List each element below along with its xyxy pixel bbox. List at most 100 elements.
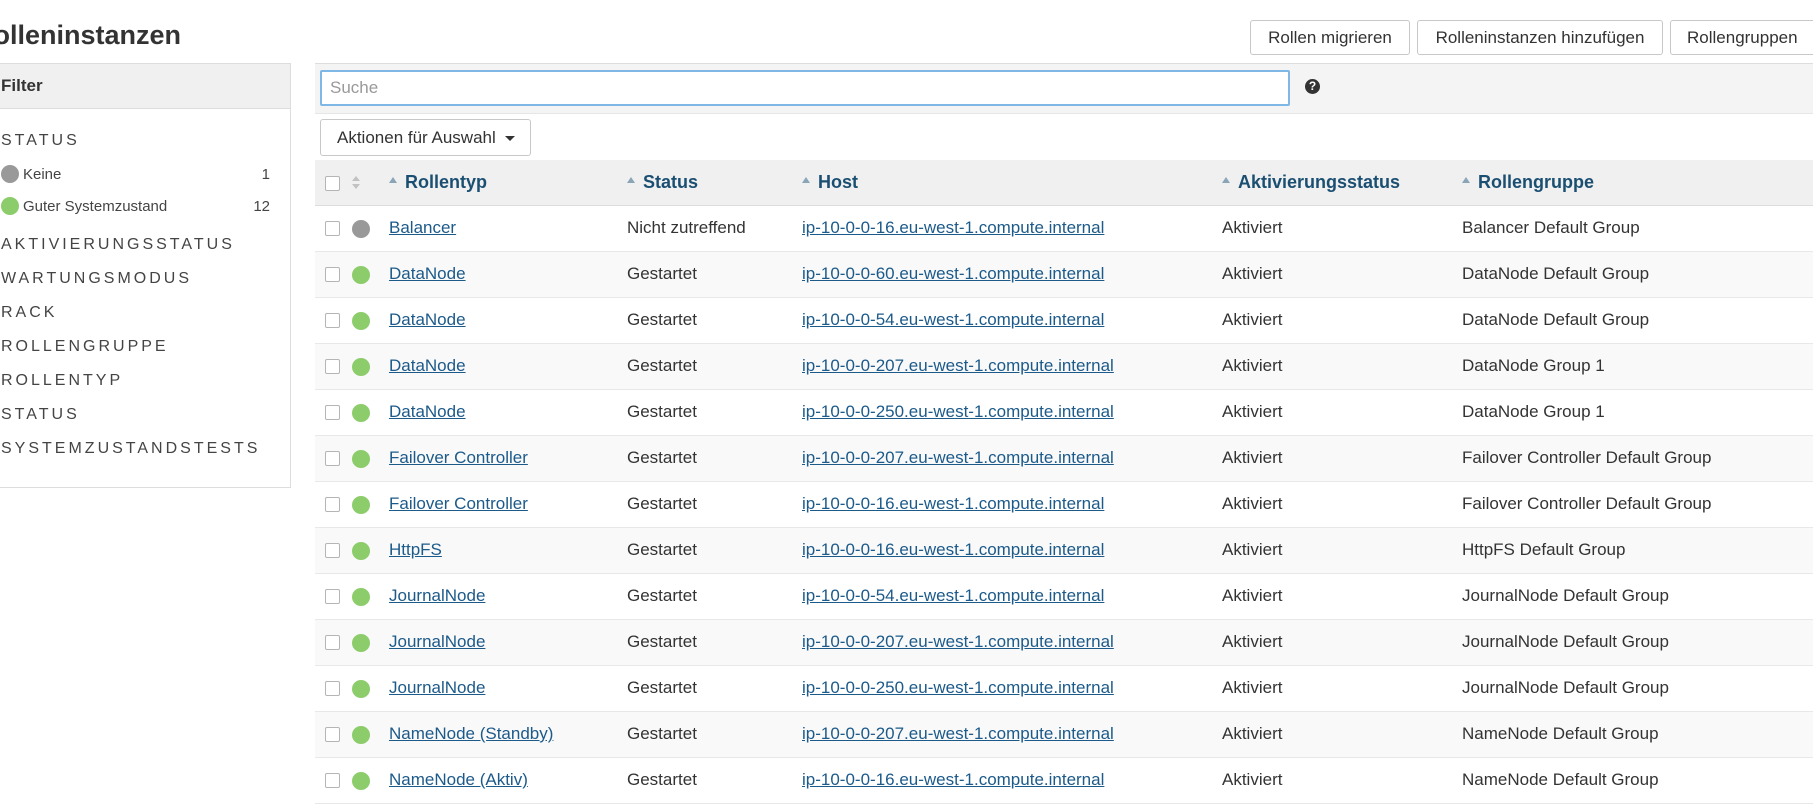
- facet-title[interactable]: WARTUNGSMODUS: [0, 262, 290, 296]
- facet-title[interactable]: AKTIVIERUNGSSTATUS: [0, 228, 290, 262]
- health-status-icon: [352, 495, 370, 514]
- row-checkbox[interactable]: [325, 405, 340, 421]
- column-header-status[interactable]: Status: [619, 160, 794, 206]
- row-select-cell: [315, 343, 348, 389]
- activation-cell: Aktiviert: [1222, 448, 1283, 467]
- role-type-link[interactable]: DataNode: [389, 402, 466, 421]
- status-cell: Gestartet: [627, 540, 697, 559]
- facet-status[interactable]: STATUS: [0, 124, 290, 158]
- host-cell: ip-10-0-0-16.eu-west-1.compute.internal: [794, 757, 1214, 803]
- host-cell: ip-10-0-0-207.eu-west-1.compute.internal: [794, 619, 1214, 665]
- caret-down-icon: [504, 135, 515, 141]
- column-header-role-group[interactable]: Rollengruppe: [1454, 160, 1813, 206]
- role-type-link[interactable]: DataNode: [389, 310, 466, 329]
- row-checkbox[interactable]: [325, 267, 340, 283]
- role-type-link[interactable]: Failover Controller: [389, 448, 528, 467]
- filter-sidebar: Filter STATUS Keine 1 Guter Systemzustand 1…: [0, 63, 291, 488]
- host-link[interactable]: ip-10-0-0-16.eu-west-1.compute.internal: [802, 770, 1104, 789]
- role-type-link[interactable]: NameNode (Aktiv): [389, 770, 528, 789]
- help-icon[interactable]: ?: [1305, 79, 1320, 94]
- role-type-cell: NameNode (Aktiv): [381, 757, 619, 803]
- status-dot-icon: [1, 165, 19, 183]
- column-header-role-type[interactable]: Rollentyp: [381, 160, 619, 206]
- role-group-cell: DataNode Default Group: [1462, 310, 1650, 329]
- health-cell: [348, 711, 381, 757]
- health-cell: [348, 251, 381, 297]
- health-cell: [348, 573, 381, 619]
- role-type-link[interactable]: Failover Controller: [389, 494, 528, 513]
- host-link[interactable]: ip-10-0-0-16.eu-west-1.compute.internal: [802, 540, 1104, 559]
- host-link[interactable]: ip-10-0-0-207.eu-west-1.compute.internal: [802, 448, 1114, 467]
- activation-cell: Aktiviert: [1222, 770, 1283, 789]
- row-select-cell: [315, 665, 348, 711]
- host-cell: ip-10-0-0-207.eu-west-1.compute.internal: [794, 343, 1214, 389]
- activation-cell: Aktiviert: [1222, 724, 1283, 743]
- role-groups-button[interactable]: Rollengruppen: [1670, 20, 1813, 55]
- health-status-icon: [352, 633, 370, 652]
- facet-title[interactable]: SYSTEMZUSTANDSTESTS: [0, 432, 290, 466]
- table-row: JournalNode Gestartet ip-10-0-0-207.eu-wes…: [315, 619, 1813, 665]
- facet-title[interactable]: ROLLENGRUPPE: [0, 330, 290, 364]
- host-link[interactable]: ip-10-0-0-250.eu-west-1.compute.internal: [802, 402, 1114, 421]
- host-link[interactable]: ip-10-0-0-207.eu-west-1.compute.internal: [802, 632, 1114, 651]
- role-type-link[interactable]: JournalNode: [389, 678, 485, 697]
- role-type-cell: Failover Controller: [381, 435, 619, 481]
- role-type-link[interactable]: DataNode: [389, 356, 466, 375]
- status-filter-item[interactable]: Keine 1: [0, 158, 290, 190]
- facet-title[interactable]: RACK: [0, 296, 290, 330]
- row-checkbox[interactable]: [325, 497, 340, 513]
- status-filter-item[interactable]: Guter Systemzustand 12: [0, 190, 290, 222]
- host-link[interactable]: ip-10-0-0-16.eu-west-1.compute.internal: [802, 218, 1104, 237]
- row-checkbox[interactable]: [325, 451, 340, 467]
- health-sort-header[interactable]: [348, 160, 381, 206]
- row-checkbox[interactable]: [325, 589, 340, 605]
- host-link[interactable]: ip-10-0-0-54.eu-west-1.compute.internal: [802, 310, 1104, 329]
- host-link[interactable]: ip-10-0-0-207.eu-west-1.compute.internal: [802, 724, 1114, 743]
- bulk-actions-dropdown[interactable]: Aktionen für Auswahl: [320, 119, 531, 156]
- role-type-link[interactable]: HttpFS: [389, 540, 442, 559]
- facet-title[interactable]: STATUS: [0, 398, 290, 432]
- host-link[interactable]: ip-10-0-0-207.eu-west-1.compute.internal: [802, 356, 1114, 375]
- health-status-icon: [352, 679, 370, 698]
- role-type-link[interactable]: NameNode (Standby): [389, 724, 553, 743]
- health-status-icon: [352, 541, 370, 560]
- role-type-cell: DataNode: [381, 297, 619, 343]
- add-role-instances-button[interactable]: Rolleninstanzen hinzufügen: [1417, 20, 1663, 55]
- health-cell: [348, 665, 381, 711]
- row-checkbox[interactable]: [325, 635, 340, 651]
- host-link[interactable]: ip-10-0-0-60.eu-west-1.compute.internal: [802, 264, 1104, 283]
- role-type-link[interactable]: JournalNode: [389, 632, 485, 651]
- filter-header-label: Filter: [1, 76, 43, 95]
- column-header-host[interactable]: Host: [794, 160, 1214, 206]
- health-cell: [348, 757, 381, 803]
- row-checkbox[interactable]: [325, 773, 340, 789]
- role-group-cell: JournalNode Default Group: [1462, 586, 1669, 605]
- sort-asc-icon: [1462, 177, 1470, 183]
- row-checkbox[interactable]: [325, 681, 340, 697]
- row-checkbox[interactable]: [325, 221, 340, 237]
- bulk-actions-label: Aktionen für Auswahl: [337, 127, 496, 147]
- role-type-link[interactable]: DataNode: [389, 264, 466, 283]
- column-header-activation[interactable]: Aktivierungsstatus: [1214, 160, 1454, 206]
- role-type-cell: JournalNode: [381, 619, 619, 665]
- host-link[interactable]: ip-10-0-0-54.eu-west-1.compute.internal: [802, 586, 1104, 605]
- table-body: Balancer Nicht zutreffend ip-10-0-0-16.eu-…: [315, 205, 1813, 803]
- host-link[interactable]: ip-10-0-0-250.eu-west-1.compute.internal: [802, 678, 1114, 697]
- row-checkbox[interactable]: [325, 359, 340, 375]
- row-checkbox[interactable]: [325, 543, 340, 559]
- facet-title[interactable]: ROLLENTYP: [0, 364, 290, 398]
- row-select-cell: [315, 711, 348, 757]
- header-toolbar: Rollen migrieren Rolleninstanzen hinzufü…: [1250, 20, 1813, 55]
- role-type-cell: DataNode: [381, 343, 619, 389]
- migrate-roles-button[interactable]: Rollen migrieren: [1250, 20, 1410, 55]
- facet-list: AKTIVIERUNGSSTATUS WARTUNGSMODUS RACK ROLLE…: [0, 228, 290, 466]
- search-input[interactable]: [320, 70, 1290, 106]
- sort-asc-icon: [802, 177, 810, 183]
- role-type-link[interactable]: JournalNode: [389, 586, 485, 605]
- host-link[interactable]: ip-10-0-0-16.eu-west-1.compute.internal: [802, 494, 1104, 513]
- row-checkbox[interactable]: [325, 727, 340, 743]
- activation-cell: Aktiviert: [1222, 402, 1283, 421]
- select-all-checkbox[interactable]: [325, 175, 340, 191]
- role-type-link[interactable]: Balancer: [389, 218, 456, 237]
- row-checkbox[interactable]: [325, 313, 340, 329]
